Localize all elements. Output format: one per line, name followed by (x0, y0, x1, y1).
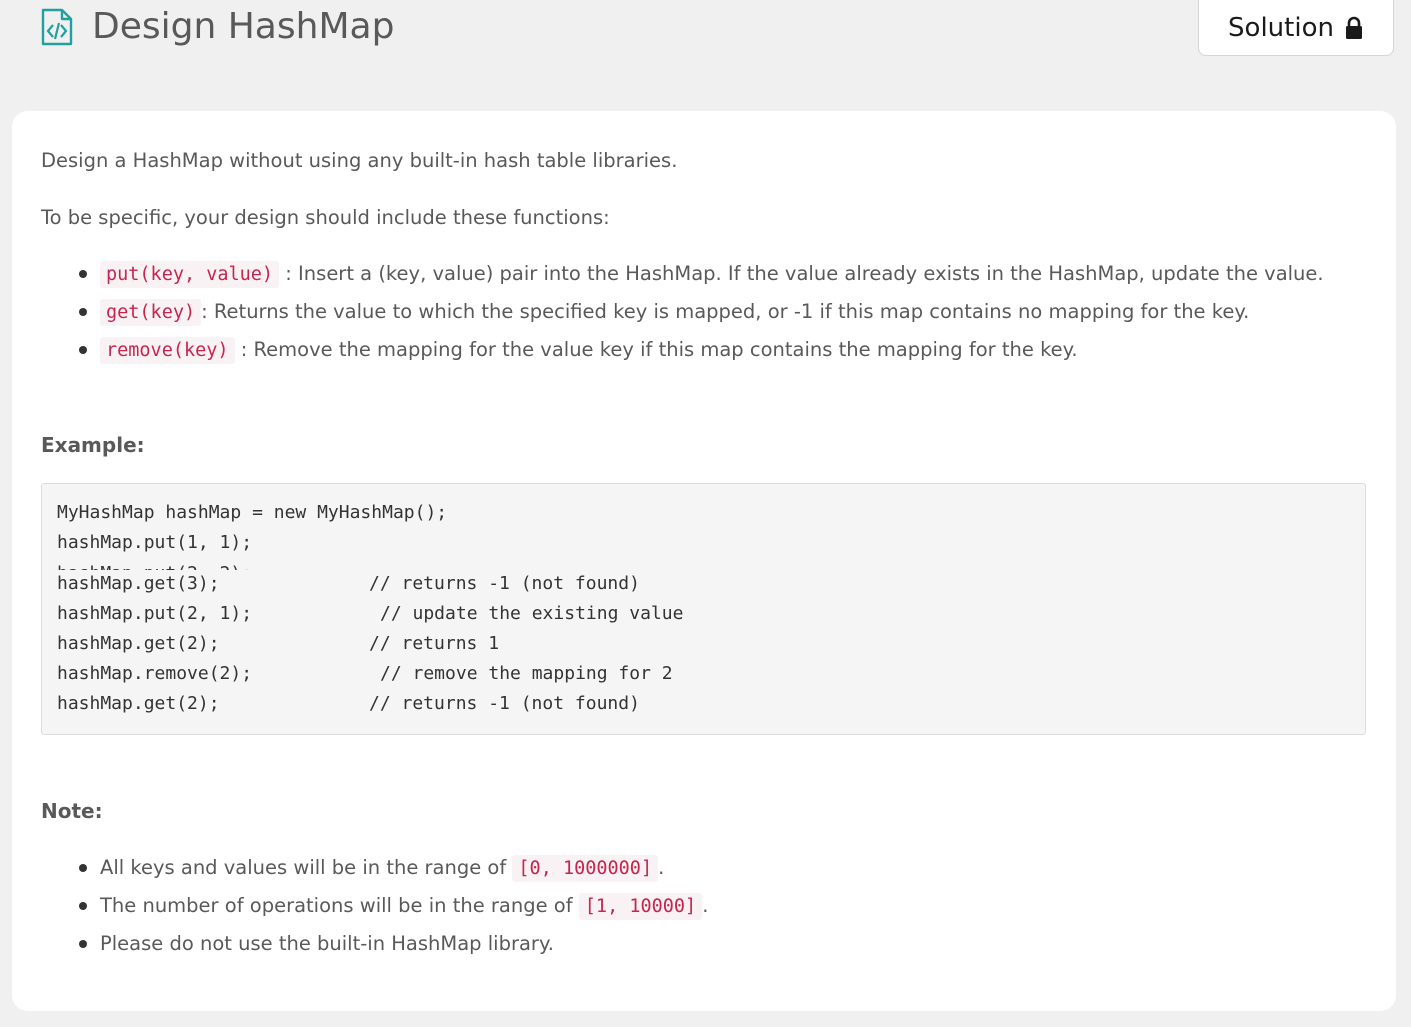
list-item: All keys and values will be in the range… (12, 853, 1372, 883)
code-comment: // remove the mapping for 2 (380, 663, 673, 684)
bullet-dot (79, 346, 87, 354)
example-heading: Example: (41, 433, 145, 457)
function-description: : Returns the value to which the specifi… (201, 300, 1250, 323)
note-text-end: . (658, 856, 665, 879)
list-item: put(key, value) : Insert a (key, value) … (12, 259, 1372, 289)
solution-button[interactable]: Solution (1198, 0, 1394, 56)
note-text: The number of operations will be in the … (100, 894, 579, 917)
code-file-icon (41, 8, 73, 46)
bullet-dot (79, 270, 87, 278)
specific-text: To be specific, your design should inclu… (41, 206, 610, 229)
code-line: hashMap.remove(2); (57, 663, 253, 684)
code-comment: // returns -1 (not found) (369, 693, 640, 714)
note-text-end: . (702, 894, 709, 917)
list-item: Please do not use the built-in HashMap l… (12, 929, 1372, 959)
inline-code: [1, 10000] (578, 893, 703, 920)
note-text: Please do not use the built-in HashMap l… (100, 932, 554, 955)
bullet-dot (79, 308, 87, 316)
code-line: MyHashMap hashMap = new MyHashMap(); (57, 502, 448, 523)
code-comment: // returns -1 (not found) (369, 573, 640, 594)
inline-code: remove(key) (100, 337, 235, 364)
code-line: hashMap.put(2, 2); (57, 562, 252, 570)
page-header: Design HashMap Solution (0, 0, 1411, 70)
code-line: hashMap.get(2); (57, 693, 220, 714)
problem-description-card: Design a HashMap without using any built… (12, 111, 1396, 1011)
bullet-dot (79, 940, 87, 948)
list-item: remove(key) : Remove the mapping for the… (12, 335, 1372, 365)
bullet-dot (79, 902, 87, 910)
list-item: The number of operations will be in the … (12, 891, 1372, 921)
solution-label: Solution (1228, 13, 1334, 43)
clipped-code-line: hashMap.put(2, 2); (57, 562, 357, 570)
note-heading: Note: (41, 799, 103, 823)
page-title: Design HashMap (92, 6, 395, 47)
note-text: All keys and values will be in the range… (100, 856, 513, 879)
list-item: get(key): Returns the value to which the… (12, 297, 1372, 327)
bullet-dot (79, 864, 87, 872)
inline-code: get(key) (100, 299, 202, 326)
lock-icon (1345, 16, 1362, 39)
code-line: hashMap.get(3); (57, 573, 220, 594)
code-comment: // update the existing value (380, 603, 684, 624)
code-line: hashMap.put(2, 1); (57, 603, 253, 624)
example-code-block: MyHashMap hashMap = new MyHashMap(); has… (41, 483, 1366, 735)
function-description: : Insert a (key, value) pair into the Ha… (279, 262, 1324, 285)
intro-text: Design a HashMap without using any built… (41, 149, 678, 172)
inline-code: [0, 1000000] (512, 855, 659, 882)
function-description: : Remove the mapping for the value key i… (234, 338, 1078, 361)
code-line: hashMap.get(2); (57, 633, 220, 654)
code-line: hashMap.put(1, 1); (57, 532, 253, 553)
code-comment: // returns 1 (369, 633, 500, 654)
inline-code: put(key, value) (100, 261, 280, 288)
